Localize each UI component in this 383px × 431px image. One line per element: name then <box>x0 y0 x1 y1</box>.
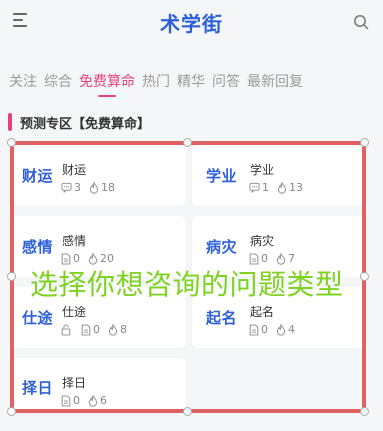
post-count: 0 <box>81 323 100 336</box>
card-stats: 0 8 <box>61 323 135 336</box>
tab-hot[interactable]: 热门 <box>142 70 170 100</box>
card-big-label: 择日 <box>22 378 54 397</box>
hot-count-value: 18 <box>101 181 115 194</box>
post-count-value: 0 <box>261 252 268 265</box>
card-stats: 0 4 <box>249 323 303 336</box>
post-count-value: 1 <box>262 181 269 194</box>
post-count-value: 0 <box>73 394 80 407</box>
search-icon[interactable] <box>353 14 369 30</box>
hot-count-value: 8 <box>120 323 127 336</box>
category-card-date-selection[interactable]: 择日 择日 0 6 <box>10 358 186 410</box>
lock-icon <box>61 323 71 336</box>
card-big-label: 学业 <box>206 167 238 185</box>
comment-icon <box>249 182 260 193</box>
flame-icon <box>88 252 98 265</box>
category-tabs: 关注 综合 免费算命 热门 精华 问答 最新回复 <box>0 70 383 102</box>
hot-count-value: 6 <box>100 394 107 407</box>
post-count: 0 <box>249 323 268 336</box>
document-icon <box>61 394 71 407</box>
post-count: 0 <box>249 252 268 265</box>
hot-count: 8 <box>108 323 127 336</box>
card-stats: 1 13 <box>249 181 311 194</box>
card-name: 感情 <box>62 234 87 248</box>
flame-icon <box>277 181 287 194</box>
lock-status <box>61 323 73 336</box>
card-name: 学业 <box>250 163 275 177</box>
section-title: 预测专区【免费算命】 <box>20 116 151 132</box>
hot-count: 20 <box>88 252 114 265</box>
flame-icon <box>276 252 286 265</box>
resize-handle-top-center[interactable] <box>183 138 192 147</box>
post-count: 1 <box>249 181 269 194</box>
post-count: 0 <box>61 252 80 265</box>
card-big-label: 感情 <box>22 238 54 256</box>
document-icon <box>249 323 259 336</box>
resize-handle-bottom-right[interactable] <box>360 407 369 416</box>
hot-count: 18 <box>89 181 115 194</box>
card-big-label: 仕途 <box>22 309 54 327</box>
hot-count: 7 <box>276 252 295 265</box>
post-count-value: 0 <box>261 323 268 336</box>
category-card-naming[interactable]: 起名 起名 0 4 <box>192 287 366 348</box>
card-name: 财运 <box>62 163 87 177</box>
card-name: 仕途 <box>62 305 87 319</box>
app-title: 术学街 <box>160 12 223 36</box>
tab-general[interactable]: 综合 <box>44 70 72 100</box>
post-count-value: 0 <box>93 323 100 336</box>
category-card-love[interactable]: 感情 感情 0 20 <box>10 216 186 277</box>
post-count-value: 0 <box>73 252 80 265</box>
post-count: 0 <box>61 394 80 407</box>
category-card-illness[interactable]: 病灾 病灾 0 7 <box>192 216 366 277</box>
card-big-label: 财运 <box>22 167 54 185</box>
section-accent-bar <box>8 113 12 131</box>
hot-count-value: 4 <box>288 323 295 336</box>
post-count-value: 3 <box>74 181 81 194</box>
tab-featured[interactable]: 精华 <box>177 70 205 100</box>
flame-icon <box>276 323 286 336</box>
tab-qa[interactable]: 问答 <box>212 70 240 100</box>
category-card-study[interactable]: 学业 学业 1 13 <box>192 145 366 206</box>
hot-count: 4 <box>276 323 295 336</box>
card-stats: 0 6 <box>61 394 115 407</box>
comment-icon <box>61 182 72 193</box>
post-count: 3 <box>61 181 81 194</box>
hot-count-value: 13 <box>289 181 303 194</box>
card-big-label: 病灾 <box>206 238 238 256</box>
card-stats: 0 7 <box>249 252 303 265</box>
hot-count-value: 20 <box>100 252 114 265</box>
document-icon <box>249 252 259 265</box>
resize-handle-bottom-center[interactable] <box>183 407 192 416</box>
flame-icon <box>108 323 118 336</box>
category-card-career[interactable]: 仕途 仕途 0 8 <box>10 287 186 348</box>
flame-icon <box>88 394 98 407</box>
document-icon <box>81 323 91 336</box>
hot-count: 6 <box>88 394 107 407</box>
flame-icon <box>89 181 99 194</box>
tab-free-fortune[interactable]: 免费算命 <box>79 70 135 100</box>
card-name: 病灾 <box>250 234 275 248</box>
card-big-label: 起名 <box>206 309 238 327</box>
card-name: 择日 <box>62 376 87 390</box>
tab-latest-reply[interactable]: 最新回复 <box>247 70 303 100</box>
hot-count: 13 <box>277 181 303 194</box>
hot-count-value: 7 <box>288 252 295 265</box>
section-header: 预测专区【免费算命】 <box>8 112 150 132</box>
card-name: 起名 <box>250 305 275 319</box>
card-stats: 0 20 <box>61 252 122 265</box>
card-stats: 3 18 <box>61 181 123 194</box>
category-card-wealth[interactable]: 财运 财运 3 18 <box>10 145 186 206</box>
document-icon <box>61 252 71 265</box>
app-header: 术学街 <box>0 0 383 44</box>
tab-follow[interactable]: 关注 <box>9 70 37 100</box>
